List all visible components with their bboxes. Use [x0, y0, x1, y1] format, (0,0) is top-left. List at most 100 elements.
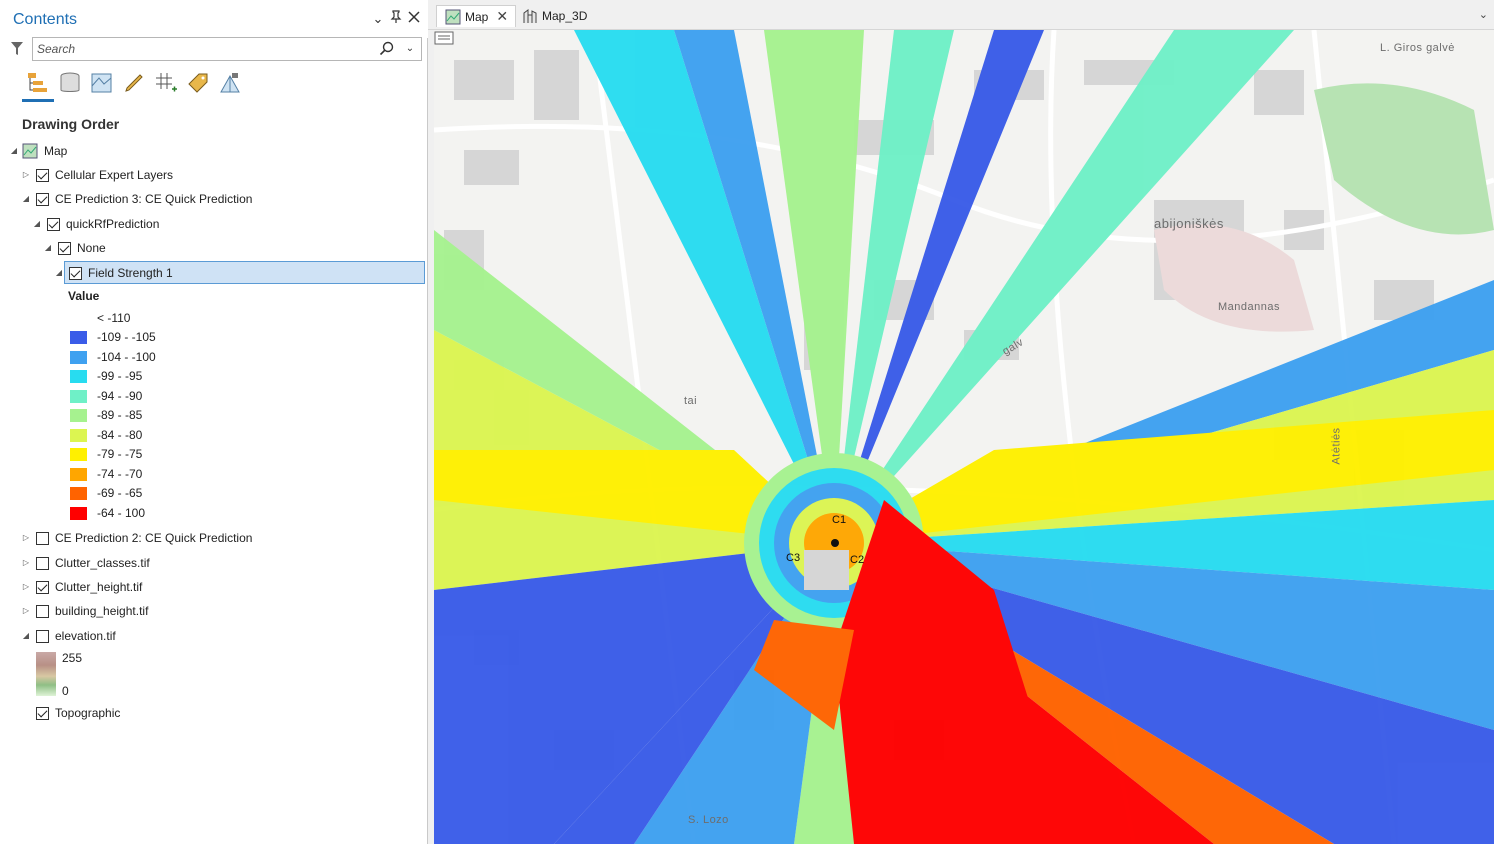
- tab-overflow-chevron-icon[interactable]: ⌄: [1479, 8, 1488, 21]
- layer-row-quickrfprediction[interactable]: ◢ quickRfPrediction: [31, 213, 159, 235]
- layer-visibility-checkbox[interactable]: [36, 192, 49, 206]
- active-tool-indicator: [22, 99, 54, 102]
- layer-row-building-height[interactable]: ▷ building_height.tif: [20, 600, 148, 622]
- search-dropdown-chevron-icon[interactable]: ⌄: [403, 41, 417, 57]
- legend-class: -84 - -80: [70, 427, 142, 443]
- expand-triangle-icon[interactable]: ▷: [20, 605, 32, 617]
- layer-label: CE Prediction 2: CE Quick Prediction: [55, 531, 253, 545]
- map-tips-icon[interactable]: [434, 30, 454, 46]
- legend-swatch: [70, 486, 87, 500]
- map-label: abijoniškės: [1154, 216, 1224, 231]
- list-by-selection-icon[interactable]: [89, 70, 115, 96]
- layer-row-map[interactable]: ◢ Map: [8, 140, 67, 162]
- ramp-low-label: 0: [62, 684, 69, 698]
- elevation-color-ramp: [36, 652, 56, 696]
- layer-visibility-checkbox[interactable]: [58, 241, 71, 255]
- legend-swatch: [70, 330, 87, 344]
- legend-swatch: [70, 428, 87, 442]
- tab-label: Map: [465, 9, 489, 24]
- site-label-c2: C2: [850, 554, 865, 566]
- legend-swatch: [70, 467, 87, 481]
- layer-row-field-strength-1[interactable]: ◢ Field Strength 1: [53, 262, 173, 284]
- layer-row-ce-prediction-3[interactable]: ◢ CE Prediction 3: CE Quick Prediction: [20, 188, 253, 210]
- list-by-snapping-icon[interactable]: [153, 70, 179, 96]
- site-marker[interactable]: [831, 539, 839, 547]
- legend-label: -84 - -80: [97, 428, 143, 442]
- layer-label: Field Strength 1: [88, 266, 173, 280]
- layer-visibility-checkbox[interactable]: [36, 556, 49, 570]
- legend-heading: Value: [68, 289, 100, 303]
- list-by-perspective-imagery-icon[interactable]: [217, 70, 243, 96]
- site-label-c3: C3: [786, 552, 801, 564]
- layer-label: building_height.tif: [55, 604, 149, 618]
- map-icon: [445, 9, 461, 24]
- legend-class: -69 - -65: [70, 485, 142, 501]
- layer-label: Topographic: [55, 706, 121, 720]
- close-icon[interactable]: [406, 10, 422, 28]
- view-tab-bar: Map ✕ Map_3D ⌄: [428, 0, 1494, 30]
- filter-icon[interactable]: [10, 41, 24, 57]
- legend-class: -104 - -100: [70, 349, 156, 365]
- layer-visibility-checkbox[interactable]: [36, 531, 49, 545]
- legend-swatch: [70, 447, 87, 461]
- layer-label: Clutter_classes.tif: [55, 556, 150, 570]
- layer-visibility-checkbox[interactable]: [47, 217, 60, 231]
- map-label: S. Lozo: [688, 814, 729, 826]
- legend-label: -99 - -95: [97, 369, 143, 383]
- map-view[interactable]: L. Giros galvė abijoniškės Mandannas Atė…: [434, 30, 1494, 844]
- expand-triangle-icon[interactable]: ▷: [20, 169, 32, 181]
- drawing-order-heading: Drawing Order: [22, 116, 120, 132]
- layer-row-none[interactable]: ◢ None: [42, 237, 106, 259]
- collapse-triangle-icon[interactable]: ◢: [8, 145, 20, 157]
- tab-close-icon[interactable]: ✕: [496, 8, 508, 25]
- layer-visibility-checkbox[interactable]: [36, 168, 49, 182]
- list-by-drawing-order-icon[interactable]: [25, 70, 51, 96]
- list-by-labeling-icon[interactable]: [185, 70, 211, 96]
- layer-label: Clutter_height.tif: [55, 580, 143, 594]
- collapse-triangle-icon[interactable]: ◢: [20, 630, 32, 642]
- pin-icon[interactable]: [388, 10, 404, 28]
- legend-label: -109 - -105: [97, 330, 156, 344]
- layer-row-ce-prediction-2[interactable]: ▷ CE Prediction 2: CE Quick Prediction: [20, 527, 253, 549]
- scene-icon: [523, 9, 537, 23]
- layer-visibility-checkbox[interactable]: [36, 706, 49, 720]
- list-by-source-icon[interactable]: [57, 70, 83, 96]
- legend-label: -79 - -75: [97, 447, 143, 461]
- legend-label: -94 - -90: [97, 389, 143, 403]
- collapse-triangle-icon[interactable]: ◢: [20, 193, 32, 205]
- layer-row-elevation[interactable]: ◢ elevation.tif: [20, 625, 116, 647]
- layer-visibility-checkbox[interactable]: [36, 604, 49, 618]
- layer-row-clutter-height[interactable]: ▷ Clutter_height.tif: [20, 576, 142, 598]
- map-label: L. Giros galvė: [1380, 42, 1455, 54]
- legend-swatch: [70, 311, 87, 325]
- pane-options-chevron-icon[interactable]: ⌄: [370, 10, 386, 28]
- list-by-editing-icon[interactable]: [121, 70, 147, 96]
- ramp-high-label: 255: [62, 651, 83, 665]
- expand-triangle-icon[interactable]: ▷: [20, 581, 32, 593]
- tab-label: Map_3D: [542, 9, 588, 23]
- legend-swatch: [70, 369, 87, 383]
- search-icon[interactable]: [379, 41, 395, 57]
- collapse-triangle-icon[interactable]: ◢: [31, 218, 43, 230]
- layer-visibility-checkbox[interactable]: [36, 629, 49, 643]
- expand-triangle-icon[interactable]: ▷: [20, 557, 32, 569]
- tab-map-3d[interactable]: Map_3D: [514, 5, 604, 27]
- layer-label: quickRfPrediction: [66, 217, 160, 231]
- layer-visibility-checkbox[interactable]: [36, 580, 49, 594]
- layer-visibility-checkbox[interactable]: [69, 266, 82, 280]
- pane-header: Contents ⌄: [0, 0, 428, 38]
- legend-label: -69 - -65: [97, 486, 143, 500]
- map-icon: [22, 143, 38, 159]
- legend-class: -99 - -95: [70, 368, 142, 384]
- search-input[interactable]: [37, 41, 367, 57]
- layer-row-cellular-expert-layers[interactable]: ▷ Cellular Expert Layers: [20, 164, 173, 186]
- collapse-triangle-icon[interactable]: ◢: [53, 267, 65, 279]
- layer-row-topographic[interactable]: Topographic: [20, 702, 120, 724]
- expand-triangle-icon[interactable]: ▷: [20, 532, 32, 544]
- layer-row-clutter-classes[interactable]: ▷ Clutter_classes.tif: [20, 552, 150, 574]
- layer-label: elevation.tif: [55, 629, 116, 643]
- legend-swatch: [70, 389, 87, 403]
- collapse-triangle-icon[interactable]: ◢: [42, 242, 54, 254]
- tab-map[interactable]: Map ✕: [436, 5, 516, 27]
